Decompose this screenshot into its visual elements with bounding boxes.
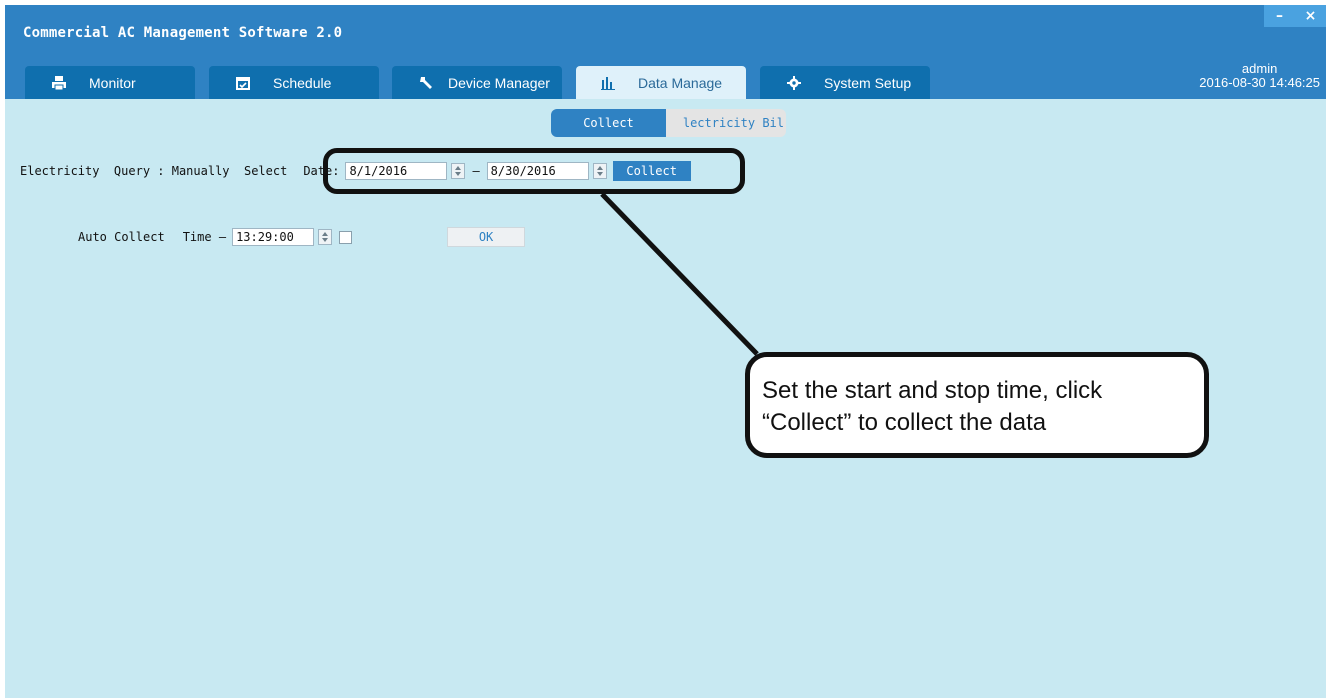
callout-text-line1: Set the start and stop time, click	[762, 377, 1103, 404]
app-window: Commercial AC Management Software 2.0 – …	[5, 5, 1326, 698]
callout-text-line2: “Collect” to collect the data	[762, 409, 1047, 436]
callout-box: Set the start and stop time, click “Coll…	[745, 352, 1209, 458]
